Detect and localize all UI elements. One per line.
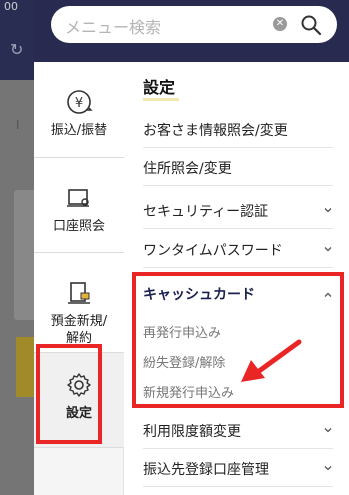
menu-item-payee-management[interactable]: 振込先登録口座管理 (143, 449, 333, 487)
tab-label: 振込/振替 (50, 123, 108, 138)
deposit-icon (68, 282, 90, 304)
menu-item-customer-info[interactable]: お客さま情報照会/変更 (143, 110, 333, 148)
clear-icon[interactable]: ✕ (273, 17, 287, 31)
menu-item-label: 振込先登録口座管理 (143, 462, 269, 478)
settings-menu: 設定 お客さま情報照会/変更 住所照会/変更 セキュリティー認証 ワンタイムパス… (125, 62, 349, 495)
tab-deposit[interactable]: 預金新規/ 解約 (34, 253, 124, 353)
search-icon[interactable] (299, 13, 323, 37)
chevron-up-icon (324, 292, 332, 297)
chevron-down-icon (324, 466, 332, 471)
menu-item-onetime-password[interactable]: ワンタイムパスワード (143, 230, 333, 268)
chevron-down-icon (324, 208, 332, 213)
status-text: 00 (4, 0, 18, 13)
background-yellow-card (16, 337, 34, 397)
search-bar: メニュー検索 ✕ (34, 0, 349, 62)
tab-label: 口座照会 (52, 219, 105, 234)
chevron-down-icon (324, 428, 332, 433)
section-underline (143, 98, 179, 101)
menu-item-security[interactable]: セキュリティー認証 (143, 191, 333, 229)
search-input[interactable]: メニュー検索 ✕ (51, 6, 337, 43)
search-placeholder: メニュー検索 (65, 18, 162, 37)
background-partial-text: I (16, 118, 20, 132)
svg-text:¥: ¥ (75, 96, 83, 111)
sub-item-new-issue[interactable]: 新規発行申込み (143, 382, 234, 401)
menu-item-cash-card[interactable]: キャッシュカード (143, 280, 333, 310)
menu-item-label: 住所照会/変更 (143, 161, 232, 177)
sub-item-reissue[interactable]: 再発行申込み (143, 322, 221, 341)
tab-settings[interactable]: 設定 (34, 353, 124, 448)
menu-item-usage-limit[interactable]: 利用限度額変更 (143, 411, 333, 449)
sub-item-loss-registration[interactable]: 紛失登録/解除 (143, 352, 225, 371)
menu-item-address[interactable]: 住所照会/変更 (143, 148, 333, 186)
gear-icon (67, 373, 91, 397)
section-title: 設定 (143, 78, 176, 97)
menu-item-label: セキュリティー認証 (143, 204, 269, 220)
menu-drawer: メニュー検索 ✕ ¥ 振込/振替 口座照会 預金新規/ 解約 設定 設定 お客さ… (34, 0, 349, 495)
tab-transfer[interactable]: ¥ 振込/振替 (34, 62, 124, 158)
tab-label: 預金新規/ 解約 (50, 314, 108, 346)
account-inquiry-icon (67, 189, 89, 207)
tab-account-inquiry[interactable]: 口座照会 (34, 158, 124, 253)
red-arrow-icon (241, 339, 302, 382)
menu-item-label: 利用限度額変更 (143, 424, 241, 440)
reload-icon: ↻ (10, 40, 24, 59)
chevron-down-icon (324, 247, 332, 252)
menu-item-label: お客さま情報照会/変更 (143, 123, 288, 139)
menu-item-label: キャッシュカード (143, 287, 255, 303)
tab-label: 設定 (65, 406, 92, 421)
category-tabs: ¥ 振込/振替 口座照会 預金新規/ 解約 設定 (34, 62, 124, 495)
menu-item-label: ワンタイムパスワード (143, 243, 283, 259)
yen-transfer-icon: ¥ (67, 90, 93, 114)
